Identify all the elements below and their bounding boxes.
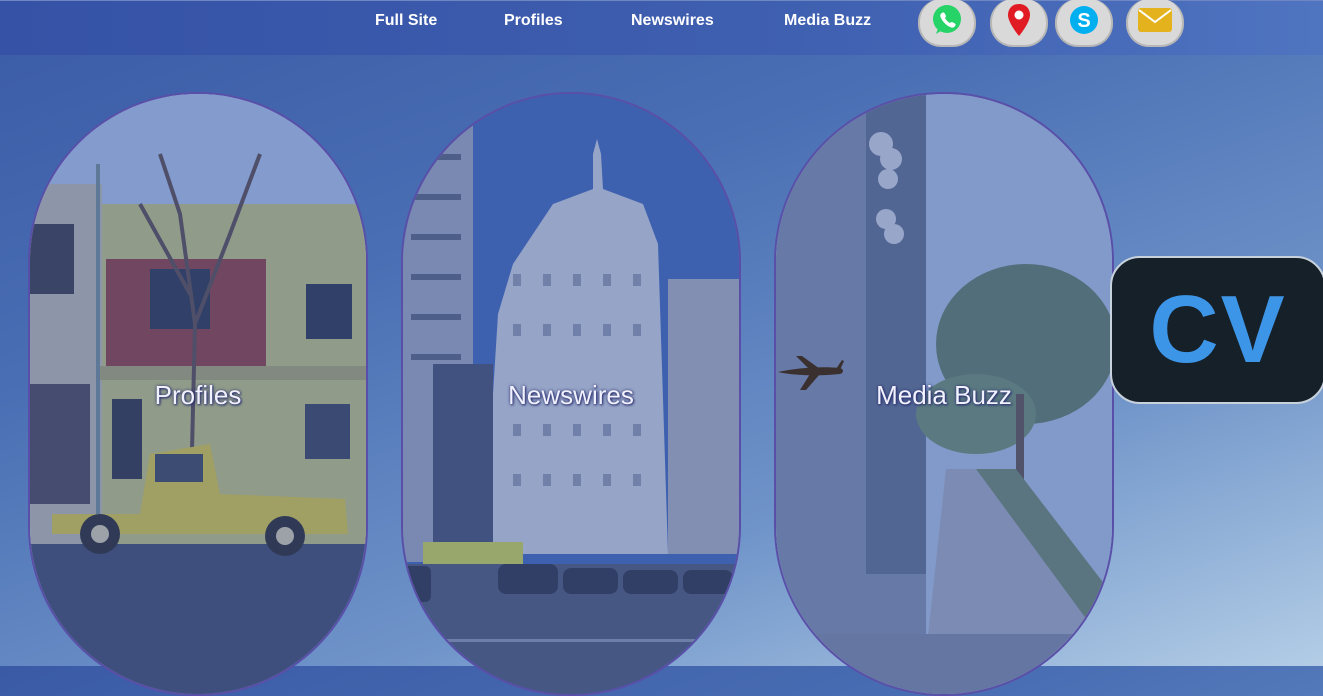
email-button[interactable]	[1126, 0, 1184, 47]
location-button[interactable]	[990, 0, 1048, 47]
airplane-icon	[776, 352, 846, 397]
nav-link-media-buzz[interactable]: Media Buzz	[784, 12, 871, 30]
profiles-card-label: Profiles	[154, 380, 242, 410]
cv-logo-text: CV	[1149, 276, 1287, 383]
email-icon	[1137, 7, 1173, 38]
location-pin-icon	[1006, 3, 1032, 42]
skype-icon: S	[1068, 4, 1100, 41]
nav-link-newswires[interactable]: Newswires	[631, 12, 714, 30]
nav-link-full-site[interactable]: Full Site	[375, 12, 437, 30]
whatsapp-button[interactable]	[918, 0, 976, 47]
profiles-card[interactable]: Profiles	[28, 92, 368, 696]
whatsapp-icon	[930, 3, 964, 42]
svg-text:S: S	[1077, 10, 1090, 32]
newswires-card-label: Newswires	[508, 380, 634, 410]
newswires-card[interactable]: Newswires	[401, 92, 741, 696]
cv-logo-button[interactable]: CV	[1110, 256, 1323, 404]
skype-button[interactable]: S	[1055, 0, 1113, 47]
top-nav-bar: Full Site Profiles Newswires Media Buzz …	[0, 0, 1323, 55]
nav-link-profiles[interactable]: Profiles	[504, 12, 563, 30]
